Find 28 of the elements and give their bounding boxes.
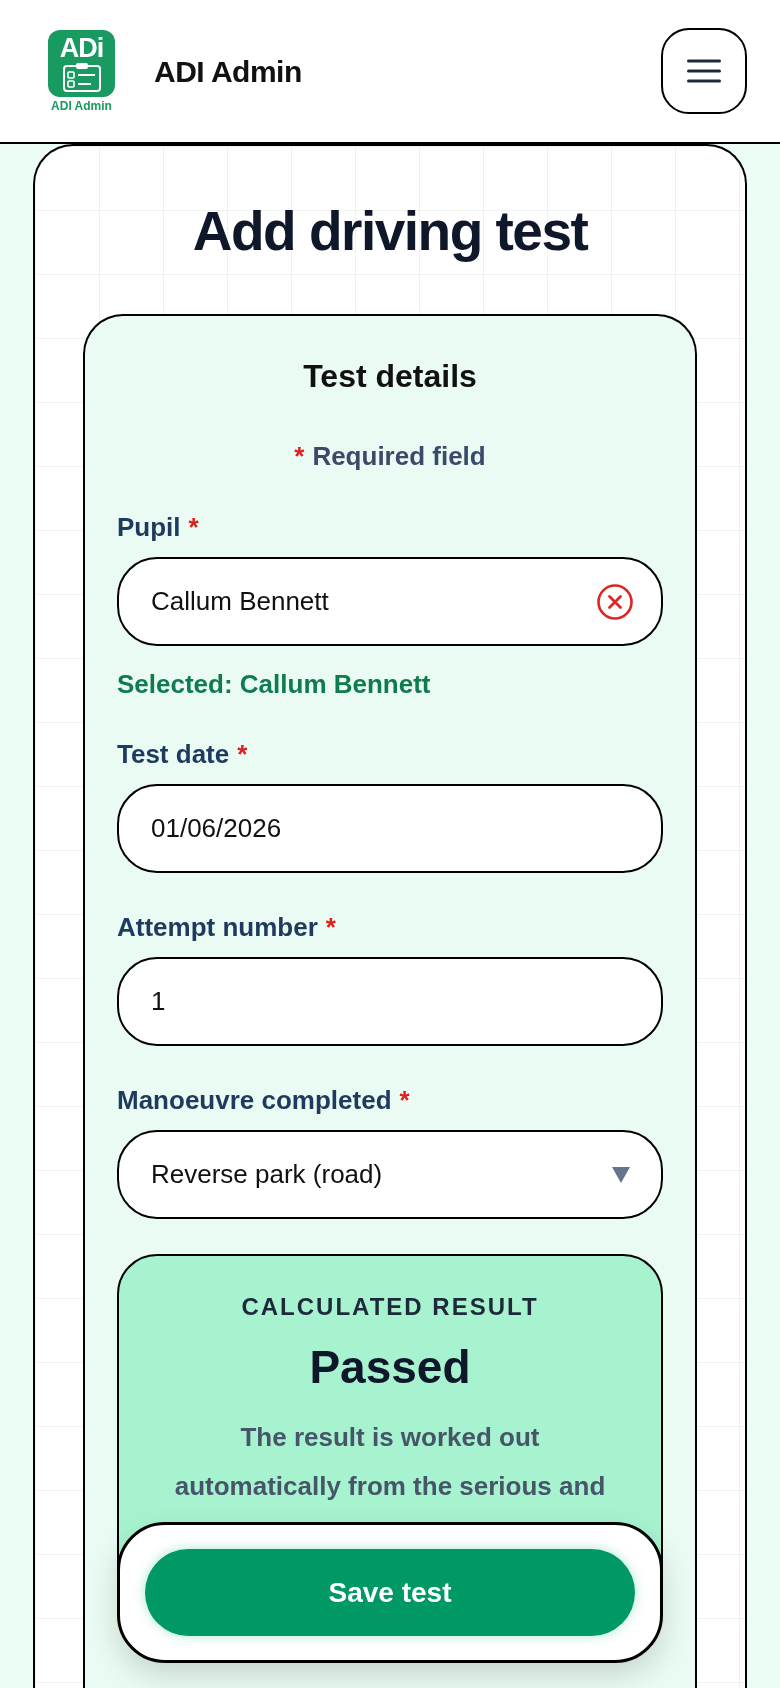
result-heading: CALCULATED RESULT [241,1292,539,1322]
required-asterisk: * [237,738,248,770]
app-title: ADI Admin [154,53,302,90]
field-label: Test date [117,738,230,770]
caret-icon [612,1166,630,1183]
field-label: Attempt number [117,911,318,943]
input-field[interactable]: 01/06/2026 [117,784,663,873]
required-note: Required field [312,440,486,472]
input-field[interactable]: 1 [117,957,663,1046]
field-label: Pupil [117,511,181,543]
logo-letters: ADi [59,33,104,62]
logo-caption: ADI Admin [51,98,112,113]
menu-button[interactable] [661,28,747,114]
result-value: Passed [309,1340,471,1394]
field-label: Manoeuvre completed [117,1084,392,1116]
selection-note: Selected: Callum Bennett [117,668,432,700]
save-button[interactable]: Save test [145,1549,635,1636]
menu-icon [687,59,721,83]
result-description: The result is worked out automatically from the serious and [173,1421,607,1503]
required-asterisk: * [399,1084,410,1116]
required-asterisk: * [188,511,199,543]
required-asterisk: * [325,911,336,943]
page-title: Add driving test [192,200,588,262]
select-field[interactable]: Reverse park (road) [117,1130,663,1219]
search-field[interactable]: Callum Bennett [117,557,663,646]
clear-icon[interactable] [597,583,633,620]
required-asterisk: * [294,440,305,472]
section-title: Test details [303,357,477,396]
